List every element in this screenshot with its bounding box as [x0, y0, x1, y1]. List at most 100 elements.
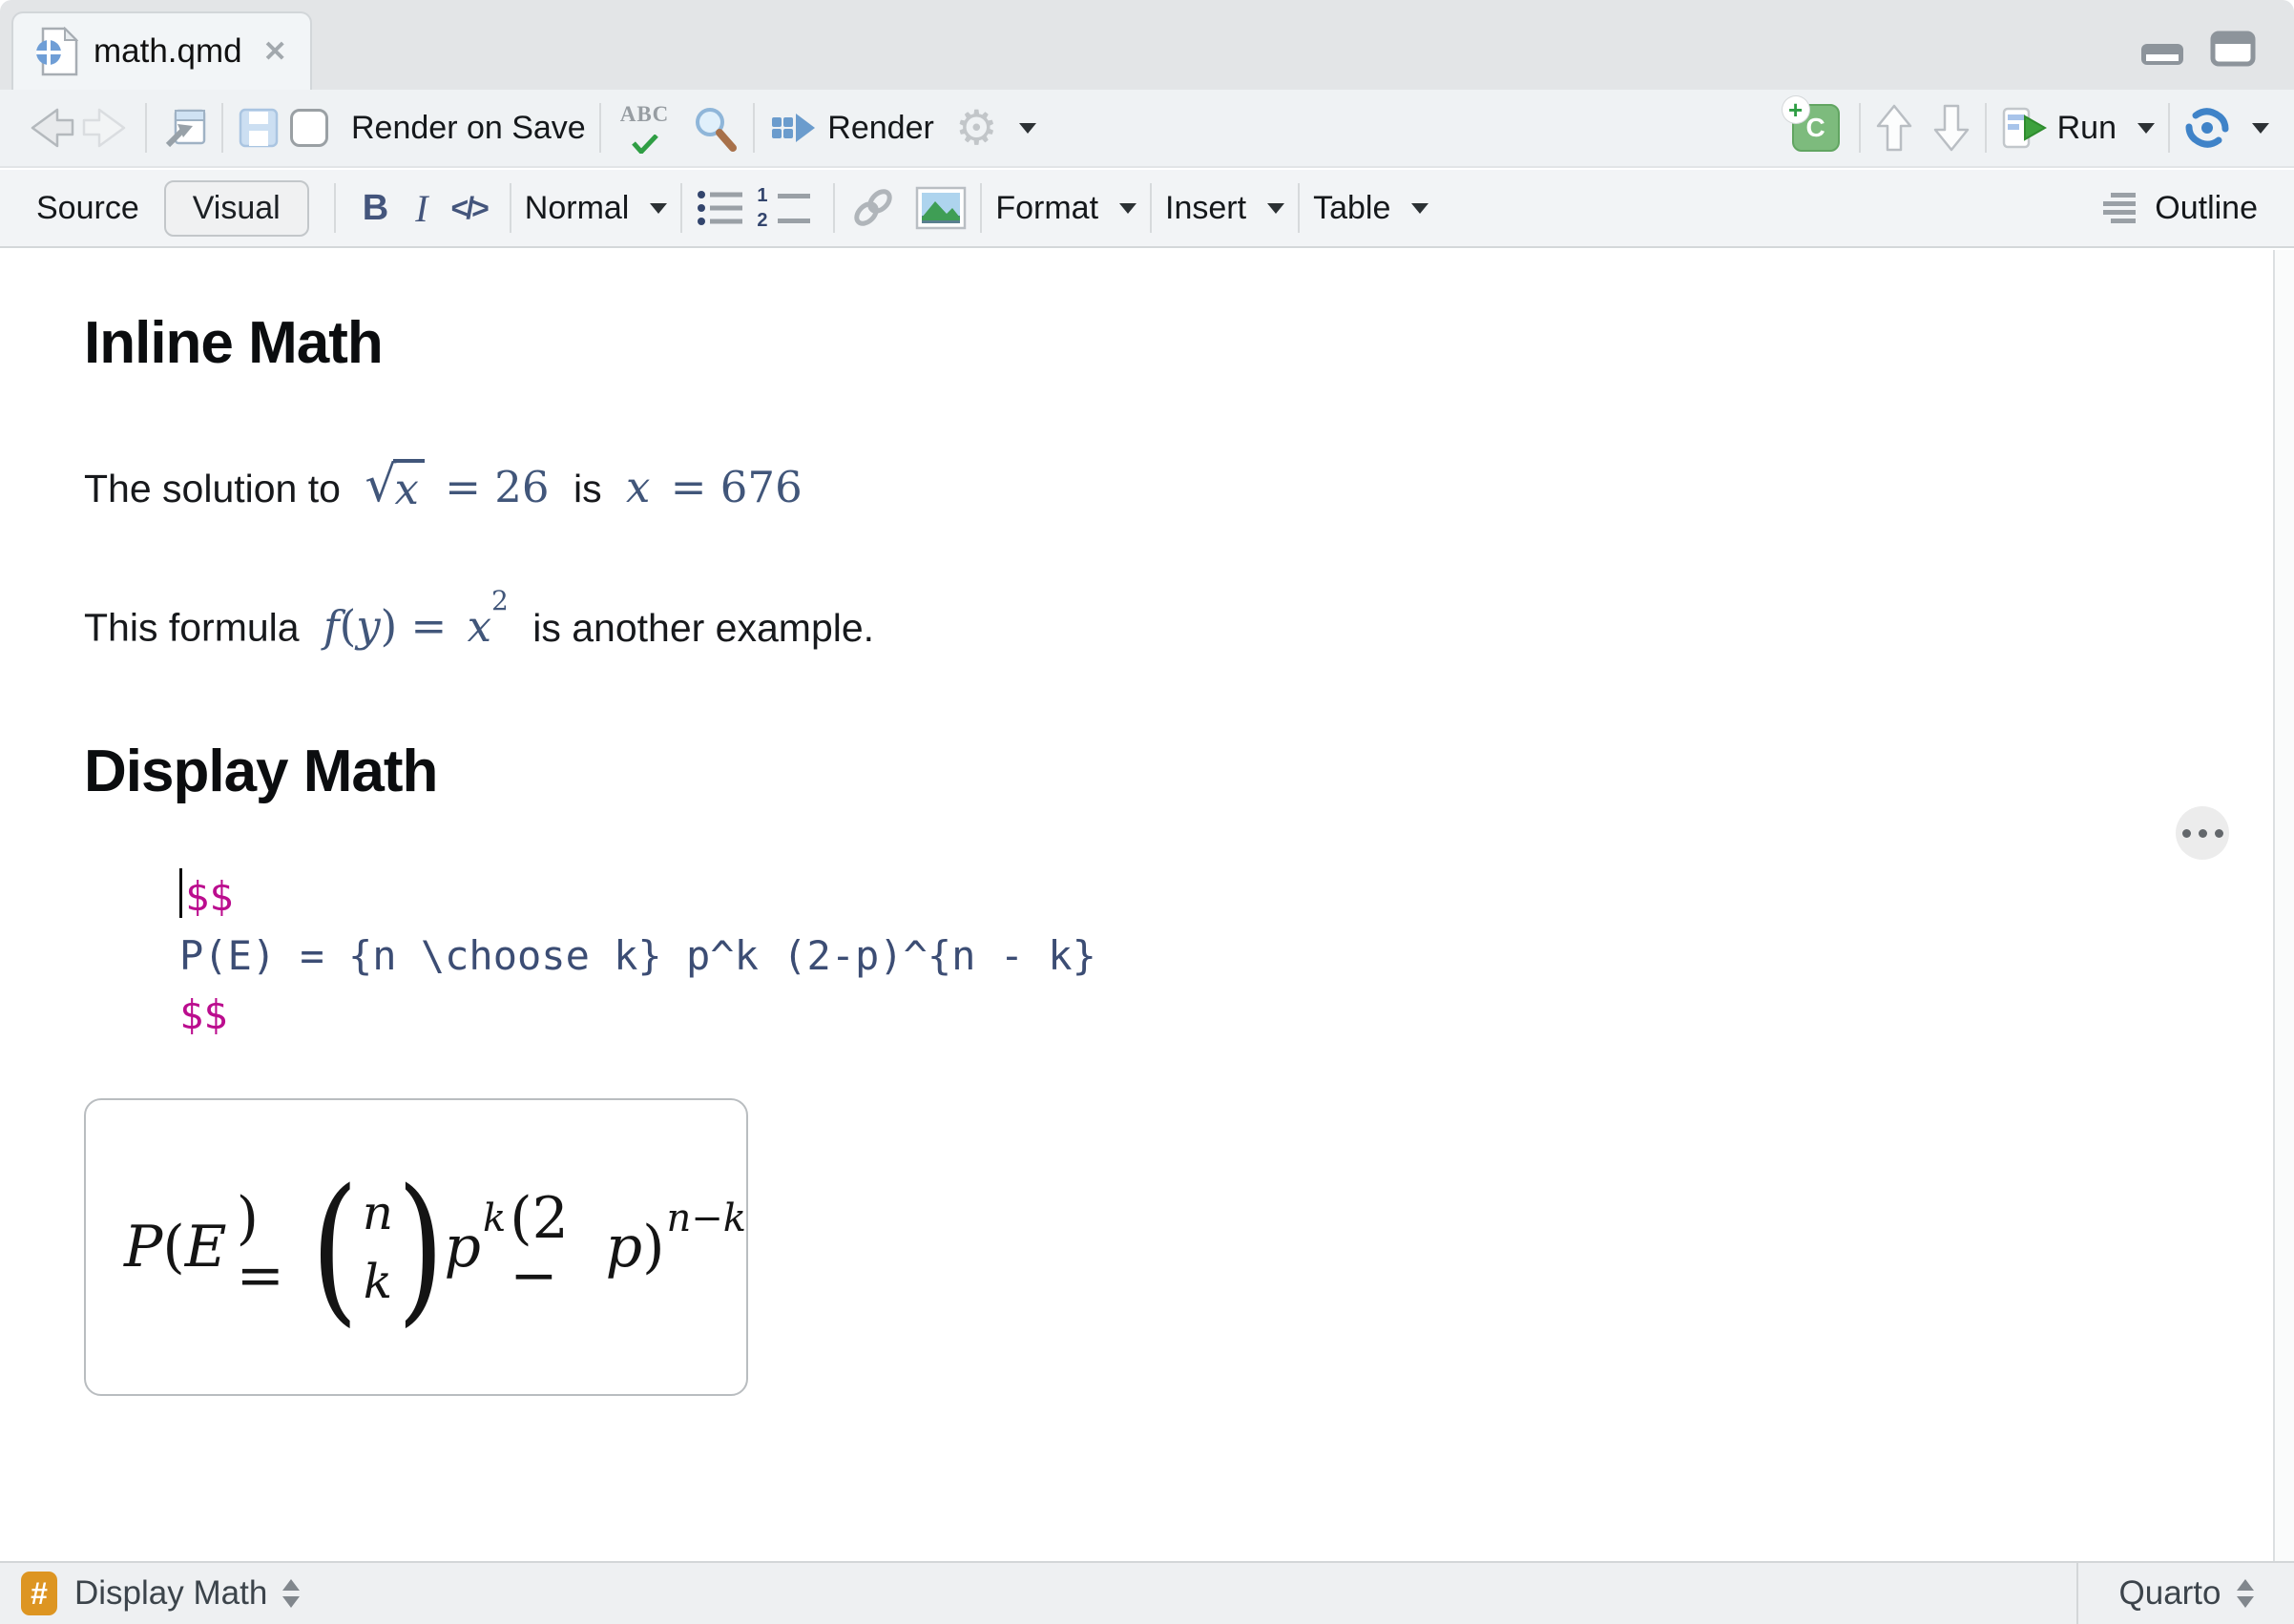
forward-arrow-icon — [82, 108, 126, 148]
math-delimiter-open: $$ — [179, 867, 2273, 927]
inline-math-y: y — [356, 600, 381, 652]
outline-icon — [2103, 193, 2137, 223]
render-on-save-toggle[interactable]: Render on Save — [290, 109, 586, 147]
inline-code-button[interactable]: </> — [451, 191, 490, 226]
run-button[interactable]: Run — [2000, 105, 2155, 151]
tab-strip: math.qmd ✕ — [0, 0, 2294, 90]
link-icon — [854, 189, 893, 226]
math-preview-box: P(E) = ( nk ) pk (2 − p) n−k — [84, 1097, 748, 1396]
tab-math-qmd[interactable]: math.qmd ✕ — [11, 11, 312, 90]
chunk-c-icon: C — [1805, 113, 1825, 142]
paragraph-style-value: Normal — [524, 189, 630, 226]
maximize-pane-icon[interactable] — [2210, 31, 2256, 67]
big-paren-close: ) — [396, 1155, 445, 1343]
math-source-line: P(E) = {n \choose k} p^k (2-p)^{n - k} — [179, 931, 1096, 979]
document-mode-value: Quarto — [2118, 1574, 2221, 1612]
image-icon — [916, 186, 967, 230]
table-menu-label: Table — [1313, 189, 1391, 226]
math-source-block[interactable]: $$ P(E) = {n \choose k} p^k (2-p)^{n - k… — [179, 867, 2273, 1045]
paragraph-text: is another example. — [532, 605, 875, 650]
render-icon — [772, 114, 816, 142]
run-label: Run — [2056, 109, 2117, 146]
main-toolbar: Render on Save ABC Render ⚙ + C Run — [0, 90, 2294, 168]
mode-sorter-icon — [2236, 1579, 2254, 1608]
minimize-pane-icon[interactable] — [2139, 42, 2185, 67]
insert-menu[interactable]: Insert — [1165, 190, 1285, 227]
render-on-save-checkbox[interactable] — [290, 109, 328, 147]
paragraph-style-select[interactable]: Normal — [525, 190, 668, 227]
format-toolbar: Source Visual B I </> Normal 1 2 Format … — [0, 170, 2294, 248]
quarto-file-icon — [36, 27, 78, 76]
go-to-previous-chunk-button[interactable] — [1874, 102, 1914, 154]
visual-mode-button[interactable]: Visual — [163, 179, 309, 237]
document-mode-select[interactable]: Quarto — [2076, 1563, 2294, 1624]
insert-chunk-button[interactable]: + C — [1782, 96, 1840, 152]
inline-math-eq676: = 676 — [670, 462, 803, 512]
insert-link-button[interactable] — [848, 185, 898, 231]
inline-math-sqrt: √ x — [365, 457, 425, 515]
plus-icon: + — [1782, 96, 1809, 123]
numbered-list-2: 2 — [757, 210, 768, 231]
math-delimiter-close: $$ — [179, 990, 228, 1038]
big-paren-open: ( — [311, 1155, 359, 1343]
paragraph-text: The solution to — [84, 467, 341, 510]
render-label: Render — [827, 109, 934, 146]
insert-image-button[interactable] — [915, 186, 967, 230]
paragraph-inline-math-2: This formula f(y) = x2 is another exampl… — [84, 585, 875, 652]
paragraph-text: This formula — [84, 605, 300, 650]
table-menu[interactable]: Table — [1313, 190, 1429, 227]
inline-math-x2: x — [467, 600, 491, 652]
chevron-down-icon — [650, 202, 668, 214]
chevron-down-icon — [1119, 202, 1137, 214]
display-math-formula: P(E) = ( nk ) pk (2 − p) n−k — [124, 1155, 746, 1343]
chevron-down-icon — [2252, 122, 2269, 134]
chevron-down-icon — [1411, 202, 1429, 214]
source-mode-button[interactable]: Source — [36, 190, 139, 227]
back-arrow-icon — [31, 108, 74, 148]
rstudio-source-pane: math.qmd ✕ Render on Save ABC Render ⚙ +… — [0, 0, 2294, 1624]
vertical-scrollbar[interactable] — [2273, 250, 2294, 1561]
inline-math-f: f — [323, 600, 340, 652]
italic-button[interactable]: I — [415, 186, 428, 231]
bullet-list-button[interactable] — [696, 186, 747, 230]
paragraph-inline-math-1: The solution to √ x = 26 is x = 676 — [84, 457, 2273, 518]
spellcheck-button[interactable]: ABC — [620, 103, 670, 154]
tab-close-icon[interactable]: ✕ — [263, 35, 287, 69]
bullet-list-icon — [698, 191, 743, 225]
text-cursor — [179, 867, 182, 918]
block-options-button[interactable] — [2176, 806, 2229, 860]
numbered-list-button[interactable]: 1 2 — [757, 185, 811, 231]
outline-label: Outline — [2155, 189, 2258, 226]
paragraph-text: is — [573, 467, 602, 510]
spellcheck-abc-label: ABC — [619, 101, 670, 126]
save-button[interactable] — [237, 106, 281, 150]
inline-math-x: x — [626, 462, 651, 512]
back-button[interactable] — [25, 104, 78, 152]
binomial-stack: nk — [362, 1184, 393, 1309]
forward-button[interactable] — [78, 104, 132, 152]
up-arrow-icon — [1876, 104, 1911, 152]
numbered-list-1: 1 — [757, 185, 768, 206]
bold-button[interactable]: B — [363, 188, 388, 229]
popout-window-icon — [165, 109, 206, 148]
render-on-save-label: Render on Save — [351, 109, 586, 146]
source-rerun-button[interactable] — [2183, 105, 2269, 151]
heading-badge-icon: # — [21, 1572, 57, 1615]
visual-editor-canvas[interactable]: Inline Math The solution to √ x = 26 is x… — [0, 250, 2273, 1561]
find-replace-button[interactable] — [690, 103, 740, 153]
open-in-new-window-button[interactable] — [160, 105, 208, 151]
chevron-down-icon — [1267, 202, 1285, 214]
outline-toggle[interactable]: Outline — [2101, 189, 2258, 227]
render-button[interactable]: Render — [768, 106, 934, 150]
heading-display-math: Display Math — [84, 738, 438, 804]
gear-icon: ⚙ — [954, 101, 998, 155]
tab-title: math.qmd — [94, 32, 242, 70]
section-sorter-icon[interactable] — [282, 1579, 301, 1608]
spellcheck-check-icon — [631, 134, 658, 154]
down-arrow-icon — [1933, 104, 1969, 152]
section-navigator[interactable]: Display Math — [74, 1574, 267, 1613]
go-to-next-chunk-button[interactable] — [1931, 102, 1971, 154]
format-menu[interactable]: Format — [995, 190, 1137, 227]
render-settings-button[interactable]: ⚙ — [955, 104, 1036, 152]
run-icon — [2002, 107, 2047, 149]
